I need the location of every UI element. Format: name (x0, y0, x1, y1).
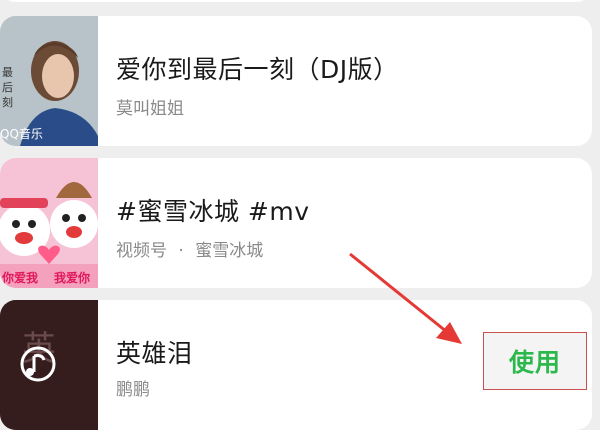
svg-text:你爱我: 你爱我 (1, 270, 38, 285)
video-meta: 视频号 · 蜜雪冰城 (116, 236, 263, 261)
song-artist: 鹏鹏 (116, 380, 150, 400)
svg-text:后: 后 (2, 81, 13, 94)
svg-text:最: 最 (2, 66, 13, 79)
album-cover: 最 后 刻 QQ音乐 (0, 16, 98, 146)
song-title: 英雄泪 (116, 339, 193, 368)
meta-separator: · (178, 241, 184, 261)
song-card[interactable]: 你爱我 我爱你 #蜜雪冰城 #mv 视频号 · 蜜雪冰城 (0, 158, 592, 288)
video-cover: 你爱我 我爱你 (0, 158, 98, 288)
svg-text:我爱你: 我爱你 (54, 270, 90, 285)
cover-badge: QQ音乐 (0, 127, 43, 141)
song-title: 爱你到最后一刻（DJ版） (116, 55, 399, 84)
use-button-label: 使用 (508, 348, 561, 377)
video-author: 蜜雪冰城 (195, 241, 264, 261)
song-card[interactable]: 最 后 刻 QQ音乐 爱你到最后一刻（DJ版） 莫叫姐姐 (0, 16, 592, 146)
svg-text:刻: 刻 (2, 95, 13, 109)
song-card-previous[interactable] (0, 0, 592, 2)
song-artist: 莫叫姐姐 (116, 99, 184, 119)
video-title: #蜜雪冰城 #mv (116, 197, 310, 226)
use-button[interactable]: 使用 (483, 332, 587, 390)
video-source: 视频号 (116, 241, 167, 261)
album-cover: 英 (0, 300, 98, 430)
